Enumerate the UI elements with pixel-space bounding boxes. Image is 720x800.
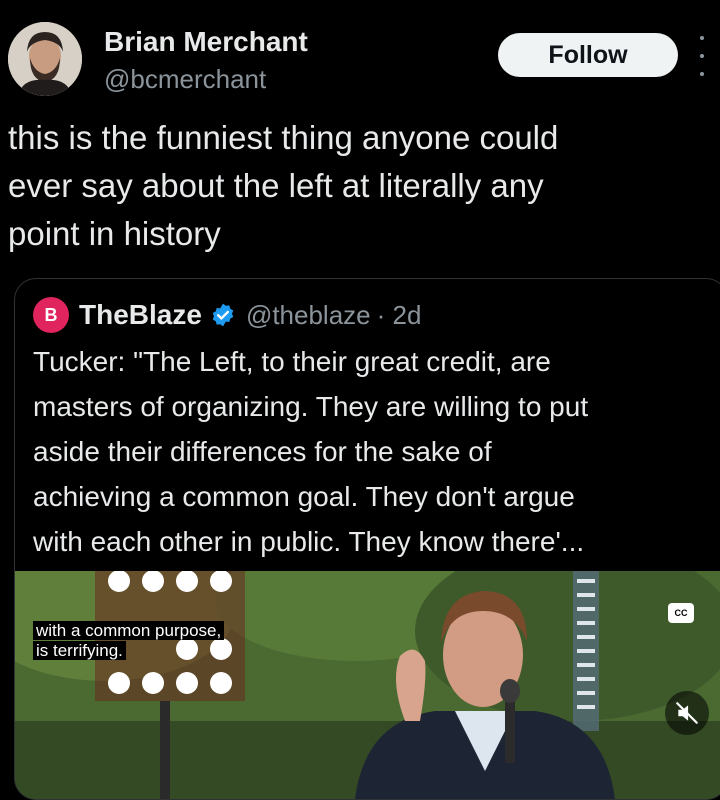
theblaze-logo-icon[interactable]: B [33,297,69,333]
more-options-icon[interactable] [692,36,712,76]
quoted-author-name[interactable]: TheBlaze [79,299,202,331]
caption-line-1: with a common purpose, [33,621,225,640]
author-handle[interactable]: @bcmerchant [104,64,266,95]
quoted-tweet-text: Tucker: "The Left, to their great credit… [33,346,589,557]
author-avatar[interactable] [8,22,82,96]
closed-captions-icon[interactable]: CC [668,603,694,623]
quoted-tweet-header: B TheBlaze @theblaze · 2d [33,295,421,335]
mute-icon[interactable] [665,691,709,735]
video-player[interactable]: with a common purpose, is terrifying. CC [15,571,720,799]
avatar-portrait-icon [8,22,82,96]
follow-button[interactable]: Follow [498,33,678,77]
quoted-timestamp[interactable]: · 2d [377,300,422,331]
author-name[interactable]: Brian Merchant [104,26,308,58]
speaker-muted-icon [676,702,698,724]
quoted-author-handle[interactable]: @theblaze [246,300,371,331]
verified-badge-icon [212,303,234,327]
quoted-tweet-card[interactable]: B TheBlaze @theblaze · 2d Tucker: "The L… [14,278,720,800]
video-captions: with a common purpose, is terrifying. [33,601,225,661]
tweet-text: this is the funniest thing anyone could … [8,119,559,252]
caption-line-2: is terrifying. [33,641,126,660]
